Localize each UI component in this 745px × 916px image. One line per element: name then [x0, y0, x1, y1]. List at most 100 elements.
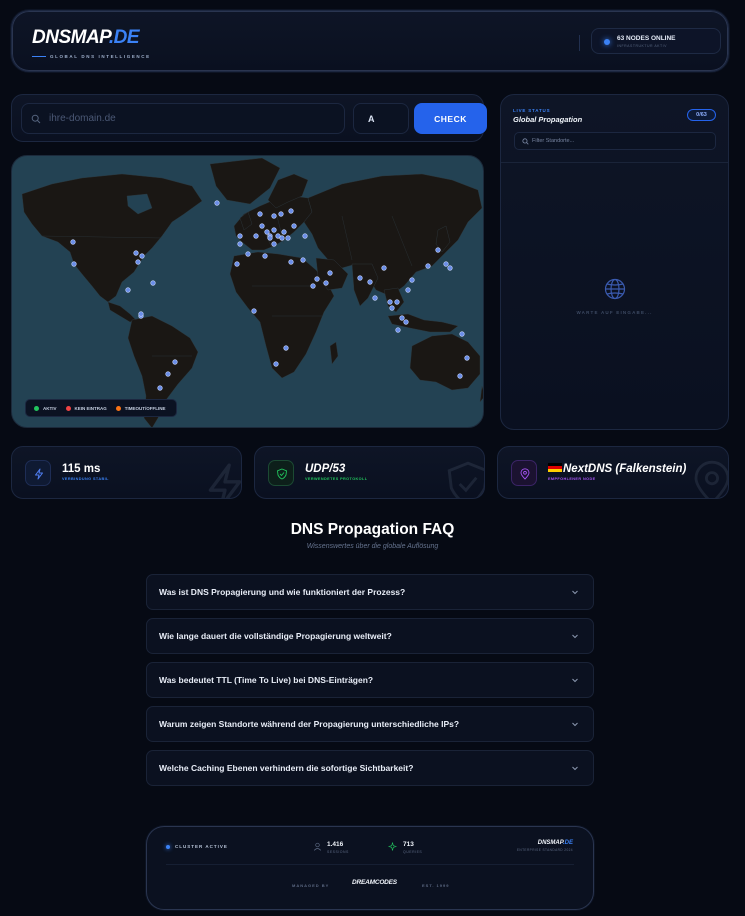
live-status-label: LIVE STATUS [513, 108, 551, 113]
faq-question: Was bedeutet TTL (Time To Live) bei DNS-… [159, 675, 374, 685]
node-marker-icon[interactable] [285, 235, 291, 241]
node-marker-icon[interactable] [357, 275, 363, 281]
node-marker-icon[interactable] [237, 241, 243, 247]
domain-input[interactable] [49, 104, 339, 133]
faq-item[interactable]: Was ist DNS Propagierung und wie funktio… [146, 574, 594, 610]
node-marker-icon[interactable] [271, 227, 277, 233]
node-marker-icon[interactable] [291, 223, 297, 229]
node-marker-icon[interactable] [323, 280, 329, 286]
live-status-title: Global Propagation [513, 115, 583, 124]
node-marker-icon[interactable] [372, 295, 378, 301]
node-marker-icon[interactable] [314, 276, 320, 282]
node-marker-icon[interactable] [464, 355, 470, 361]
recommended-node-sub: EMPFOHLENER NODE [548, 477, 596, 481]
node-marker-icon[interactable] [253, 233, 259, 239]
faq-item[interactable]: Wie lange dauert die vollständige Propag… [146, 618, 594, 654]
node-marker-icon[interactable] [237, 233, 243, 239]
node-marker-icon[interactable] [399, 315, 405, 321]
nodes-status-sub: INFRASTRUKTUR AKTIV [617, 44, 667, 48]
node-marker-icon[interactable] [395, 327, 401, 333]
node-marker-icon[interactable] [459, 331, 465, 337]
protocol-icon-box [268, 460, 294, 486]
node-marker-icon[interactable] [409, 277, 415, 283]
established-label: EST. 1999 [422, 883, 450, 888]
node-icon-box [511, 460, 537, 486]
node-marker-icon[interactable] [251, 308, 257, 314]
latency-icon-box [25, 460, 51, 486]
node-marker-icon[interactable] [157, 385, 163, 391]
node-marker-icon[interactable] [262, 253, 268, 259]
node-marker-icon[interactable] [300, 257, 306, 263]
latency-card: 115 ms VERBINDUNG STABIL [11, 446, 242, 499]
node-marker-icon[interactable] [271, 213, 277, 219]
recommended-node-value: NextDNS (Falkenstein) [548, 463, 686, 475]
node-marker-icon[interactable] [165, 371, 171, 377]
search-icon [522, 138, 529, 145]
node-marker-icon[interactable] [425, 263, 431, 269]
node-marker-icon[interactable] [389, 305, 395, 311]
lightning-icon [35, 468, 43, 480]
user-icon [313, 842, 322, 851]
node-marker-icon[interactable] [245, 251, 251, 257]
faq-item[interactable]: Warum zeigen Standorte während der Propa… [146, 706, 594, 742]
node-marker-icon[interactable] [257, 211, 263, 217]
logo[interactable]: DNSMAP.DE GLOBAL DNS INTELLIGENCE [32, 27, 149, 59]
node-marker-icon[interactable] [150, 280, 156, 286]
node-marker-icon[interactable] [71, 261, 77, 267]
node-marker-icon[interactable] [278, 211, 284, 217]
location-filter-field [514, 132, 716, 150]
footer-brand[interactable]: DNSMAP.DE [538, 840, 573, 846]
node-marker-icon[interactable] [288, 208, 294, 214]
node-marker-icon[interactable] [443, 261, 449, 267]
node-marker-icon[interactable] [172, 359, 178, 365]
node-marker-icon[interactable] [281, 229, 287, 235]
faq-item[interactable]: Was bedeutet TTL (Time To Live) bei DNS-… [146, 662, 594, 698]
node-marker-icon[interactable] [367, 279, 373, 285]
germany-flag-icon [548, 463, 562, 472]
node-marker-icon[interactable] [70, 239, 76, 245]
check-button[interactable]: CHECK [414, 103, 487, 134]
node-marker-icon[interactable] [234, 261, 240, 267]
node-marker-icon[interactable] [403, 319, 409, 325]
record-type-select[interactable]: A [353, 103, 409, 134]
node-marker-icon[interactable] [273, 361, 279, 367]
company-logo[interactable]: DREAMCODES [352, 879, 397, 886]
faq-item[interactable]: Welche Caching Ebenen verhindern die sof… [146, 750, 594, 786]
node-marker-icon[interactable] [435, 247, 441, 253]
footer-brand-sub: ENTERPRISE STANDARD 2024 [516, 848, 573, 852]
location-filter-input[interactable] [532, 133, 712, 149]
world-map[interactable]: AKTIV KEIN EINTRAG TIMEOUT/OFFLINE [11, 155, 484, 428]
node-marker-icon[interactable] [457, 373, 463, 379]
node-marker-icon[interactable] [267, 235, 273, 241]
node-marker-icon[interactable] [279, 235, 285, 241]
node-marker-icon[interactable] [125, 287, 131, 293]
node-marker-icon[interactable] [264, 229, 270, 235]
node-marker-icon[interactable] [271, 241, 277, 247]
node-marker-icon[interactable] [259, 223, 265, 229]
node-marker-icon[interactable] [302, 233, 308, 239]
node-marker-icon[interactable] [135, 259, 141, 265]
lightning-icon [208, 463, 241, 498]
node-marker-icon[interactable] [283, 345, 289, 351]
node-marker-icon[interactable] [381, 265, 387, 271]
node-marker-icon[interactable] [327, 270, 333, 276]
logo-text: DNSMAP [32, 27, 109, 48]
node-marker-icon[interactable] [214, 200, 220, 206]
nodes-status-badge: 63 NODES ONLINE INFRASTRUKTUR AKTIV [591, 28, 721, 54]
latency-sub: VERBINDUNG STABIL [62, 477, 109, 481]
faq-question: Welche Caching Ebenen verhindern die sof… [159, 763, 414, 773]
recommended-node-name: NextDNS (Falkenstein) [563, 463, 687, 475]
node-marker-icon[interactable] [139, 253, 145, 259]
queries-label: QUERIES [403, 850, 423, 854]
node-marker-icon[interactable] [138, 311, 144, 317]
status-dot-icon [166, 845, 170, 849]
node-marker-icon[interactable] [394, 299, 400, 305]
node-marker-icon[interactable] [405, 287, 411, 293]
node-marker-icon[interactable] [288, 259, 294, 265]
node-marker-icon[interactable] [387, 299, 393, 305]
sparkle-icon [388, 842, 397, 851]
faq-subtitle: Wissenswertes über die globale Auflösung [306, 543, 439, 550]
node-marker-icon[interactable] [310, 283, 316, 289]
node-marker-icon[interactable] [133, 250, 139, 256]
node-marker-icon[interactable] [447, 265, 453, 271]
